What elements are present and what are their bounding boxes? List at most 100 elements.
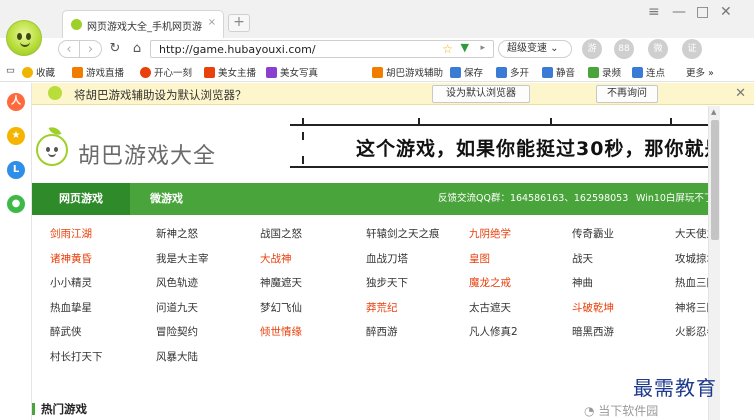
bookmark-star-icon[interactable]: ☆ [442,42,453,56]
history-icon[interactable]: L [7,161,25,179]
apps-icon[interactable]: 88 [614,39,634,59]
game-link[interactable]: 问道九天 [156,300,198,315]
favorite-label: 录频 [602,68,622,79]
game-link[interactable]: 神魔遮天 [260,275,302,290]
speed-up-button[interactable]: 超级变速 ⌄ [498,40,572,58]
minimize-button[interactable]: — [672,4,686,20]
navigation-bar: ‹ › ↻ ⌂ http://game.hubayouxi.com/ ☆ ▼ ▸… [0,38,754,60]
favorites-page-icon[interactable]: ▭ [6,65,15,76]
tab-close-icon[interactable]: × [208,17,216,28]
game-link[interactable]: 倾世情缘 [260,324,302,339]
favorite-item[interactable]: 收藏 [22,65,55,79]
forward-button[interactable]: › [80,40,102,58]
favorite-label: 美女主播 [218,68,257,79]
favorite-item[interactable]: 多开 [496,65,529,79]
close-window-button[interactable]: ✕ [720,4,732,20]
site-logo-icon[interactable] [36,124,68,166]
win10-help-link[interactable]: Win10白屏玩不了 [636,183,708,215]
game-link[interactable]: 皇图 [469,251,490,266]
game-link[interactable]: 剑雨江湖 [50,226,92,241]
heading-accent-bar [32,403,35,415]
game-link[interactable]: 风色轨迹 [156,275,198,290]
new-tab-button[interactable]: + [228,14,250,32]
game-link[interactable]: 神曲 [572,275,593,290]
menu-icon[interactable]: ≡ [648,4,660,20]
browser-logo-icon[interactable] [6,20,42,56]
certificate-icon[interactable]: 证 [682,39,702,59]
record-icon [588,67,599,78]
game-link[interactable]: 火影忍者 [675,324,708,339]
notice-close-icon[interactable]: ✕ [735,86,746,101]
banner-tick [670,118,672,126]
game-link[interactable]: 传奇霸业 [572,226,614,241]
refresh-button[interactable]: ↻ [104,40,126,58]
anchor-icon [204,67,215,78]
game-link[interactable]: 新神之怒 [156,226,198,241]
dont-ask-again-button[interactable]: 不再询问 [596,85,658,103]
scrollbar-thumb[interactable] [711,120,719,240]
smile-icon [140,67,151,78]
game-link[interactable]: 热血挚星 [50,300,92,315]
favorites-star-icon[interactable]: ★ [7,127,25,145]
address-bar[interactable]: http://game.hubayouxi.com/ ☆ ▼ ▸ [150,40,494,58]
game-link[interactable]: 斗破乾坤 [572,300,614,315]
address-dropdown-icon[interactable]: ▸ [480,43,485,53]
game-link[interactable]: 梦幻飞仙 [260,300,302,315]
favorite-label: 多开 [510,68,530,79]
game-link[interactable]: 独步天下 [366,275,408,290]
mascot-eye-right [54,147,58,152]
game-link[interactable]: 冒险契约 [156,324,198,339]
favorite-item[interactable]: 游戏直播 [72,65,124,79]
side-toolbar: 人 ★ L ● [0,83,32,420]
site-title[interactable]: 胡巴游戏大全 [78,138,216,170]
game-link[interactable]: 热血三国 [675,275,708,290]
favorite-item[interactable]: 录频 [588,65,621,79]
favorite-item[interactable]: 保存 [450,65,483,79]
game-link[interactable]: 神将三国 [675,300,708,315]
tab-micro-games[interactable]: 微游戏 [150,183,183,215]
address-url[interactable]: http://game.hubayouxi.com/ [159,43,316,56]
favorite-item[interactable]: 开心一刻 [140,65,192,79]
game-link[interactable]: 诸神黄昏 [50,251,92,266]
favorite-item[interactable]: 连点 [632,65,665,79]
go-arrow-icon[interactable]: ▼ [461,41,469,54]
game-link[interactable]: 太古遮天 [469,300,511,315]
home-button[interactable]: ⌂ [126,40,148,58]
game-link[interactable]: 大战神 [260,251,292,266]
hot-games-label: 热门游戏 [41,402,87,416]
game-link[interactable]: 攻城掠地 [675,251,708,266]
browser-tab[interactable]: 网页游戏大全_手机网页游 × [62,10,224,38]
game-link[interactable]: 战天 [572,251,593,266]
maximize-button[interactable]: □ [696,4,709,20]
game-link[interactable]: 小小精灵 [50,275,92,290]
game-link[interactable]: 九阴绝学 [469,226,511,241]
favorites-more-button[interactable]: 更多 » [686,65,714,79]
set-default-browser-button[interactable]: 设为默认浏览器 [432,85,530,103]
game-link[interactable]: 轩辕剑之天之痕 [366,226,440,241]
favorite-item[interactable]: 美女写真 [266,65,318,79]
game-link[interactable]: 风暴大陆 [156,349,198,364]
scroll-up-icon[interactable]: ▲ [711,108,716,116]
user-icon[interactable]: 人 [7,93,25,111]
game-link[interactable]: 我是大主宰 [156,251,209,266]
gamepad-icon[interactable]: 游 [582,39,602,59]
game-link[interactable]: 村长打天下 [50,349,103,364]
game-link[interactable]: 莽荒纪 [366,300,398,315]
favorite-item[interactable]: 胡巴游戏辅助 [372,65,443,79]
game-link[interactable]: 醉武侠 [50,324,82,339]
favorite-item[interactable]: 美女主播 [204,65,256,79]
tab-web-games[interactable]: 网页游戏 [32,183,130,215]
game-link[interactable]: 醉西游 [366,324,398,339]
ad-banner[interactable]: 这个游戏，如果你能挺过30秒，那你就是 [290,118,708,180]
game-link[interactable]: 凡人修真2 [469,324,518,339]
back-button[interactable]: ‹ [58,40,80,58]
game-link[interactable]: 大天使之剑 [675,226,708,241]
weibo-icon[interactable]: 微 [648,39,668,59]
game-link[interactable]: 暗黑西游 [572,324,614,339]
game-link[interactable]: 血战刀塔 [366,251,408,266]
chat-icon[interactable]: ● [7,195,25,213]
favorite-item[interactable]: 静音 [542,65,575,79]
game-link[interactable]: 魔龙之戒 [469,275,511,290]
game-link[interactable]: 战国之怒 [260,226,302,241]
page-content: 胡巴游戏大全 这个游戏，如果你能挺过30秒，那你就是 网页游戏 微游戏 反馈交流… [32,106,708,420]
